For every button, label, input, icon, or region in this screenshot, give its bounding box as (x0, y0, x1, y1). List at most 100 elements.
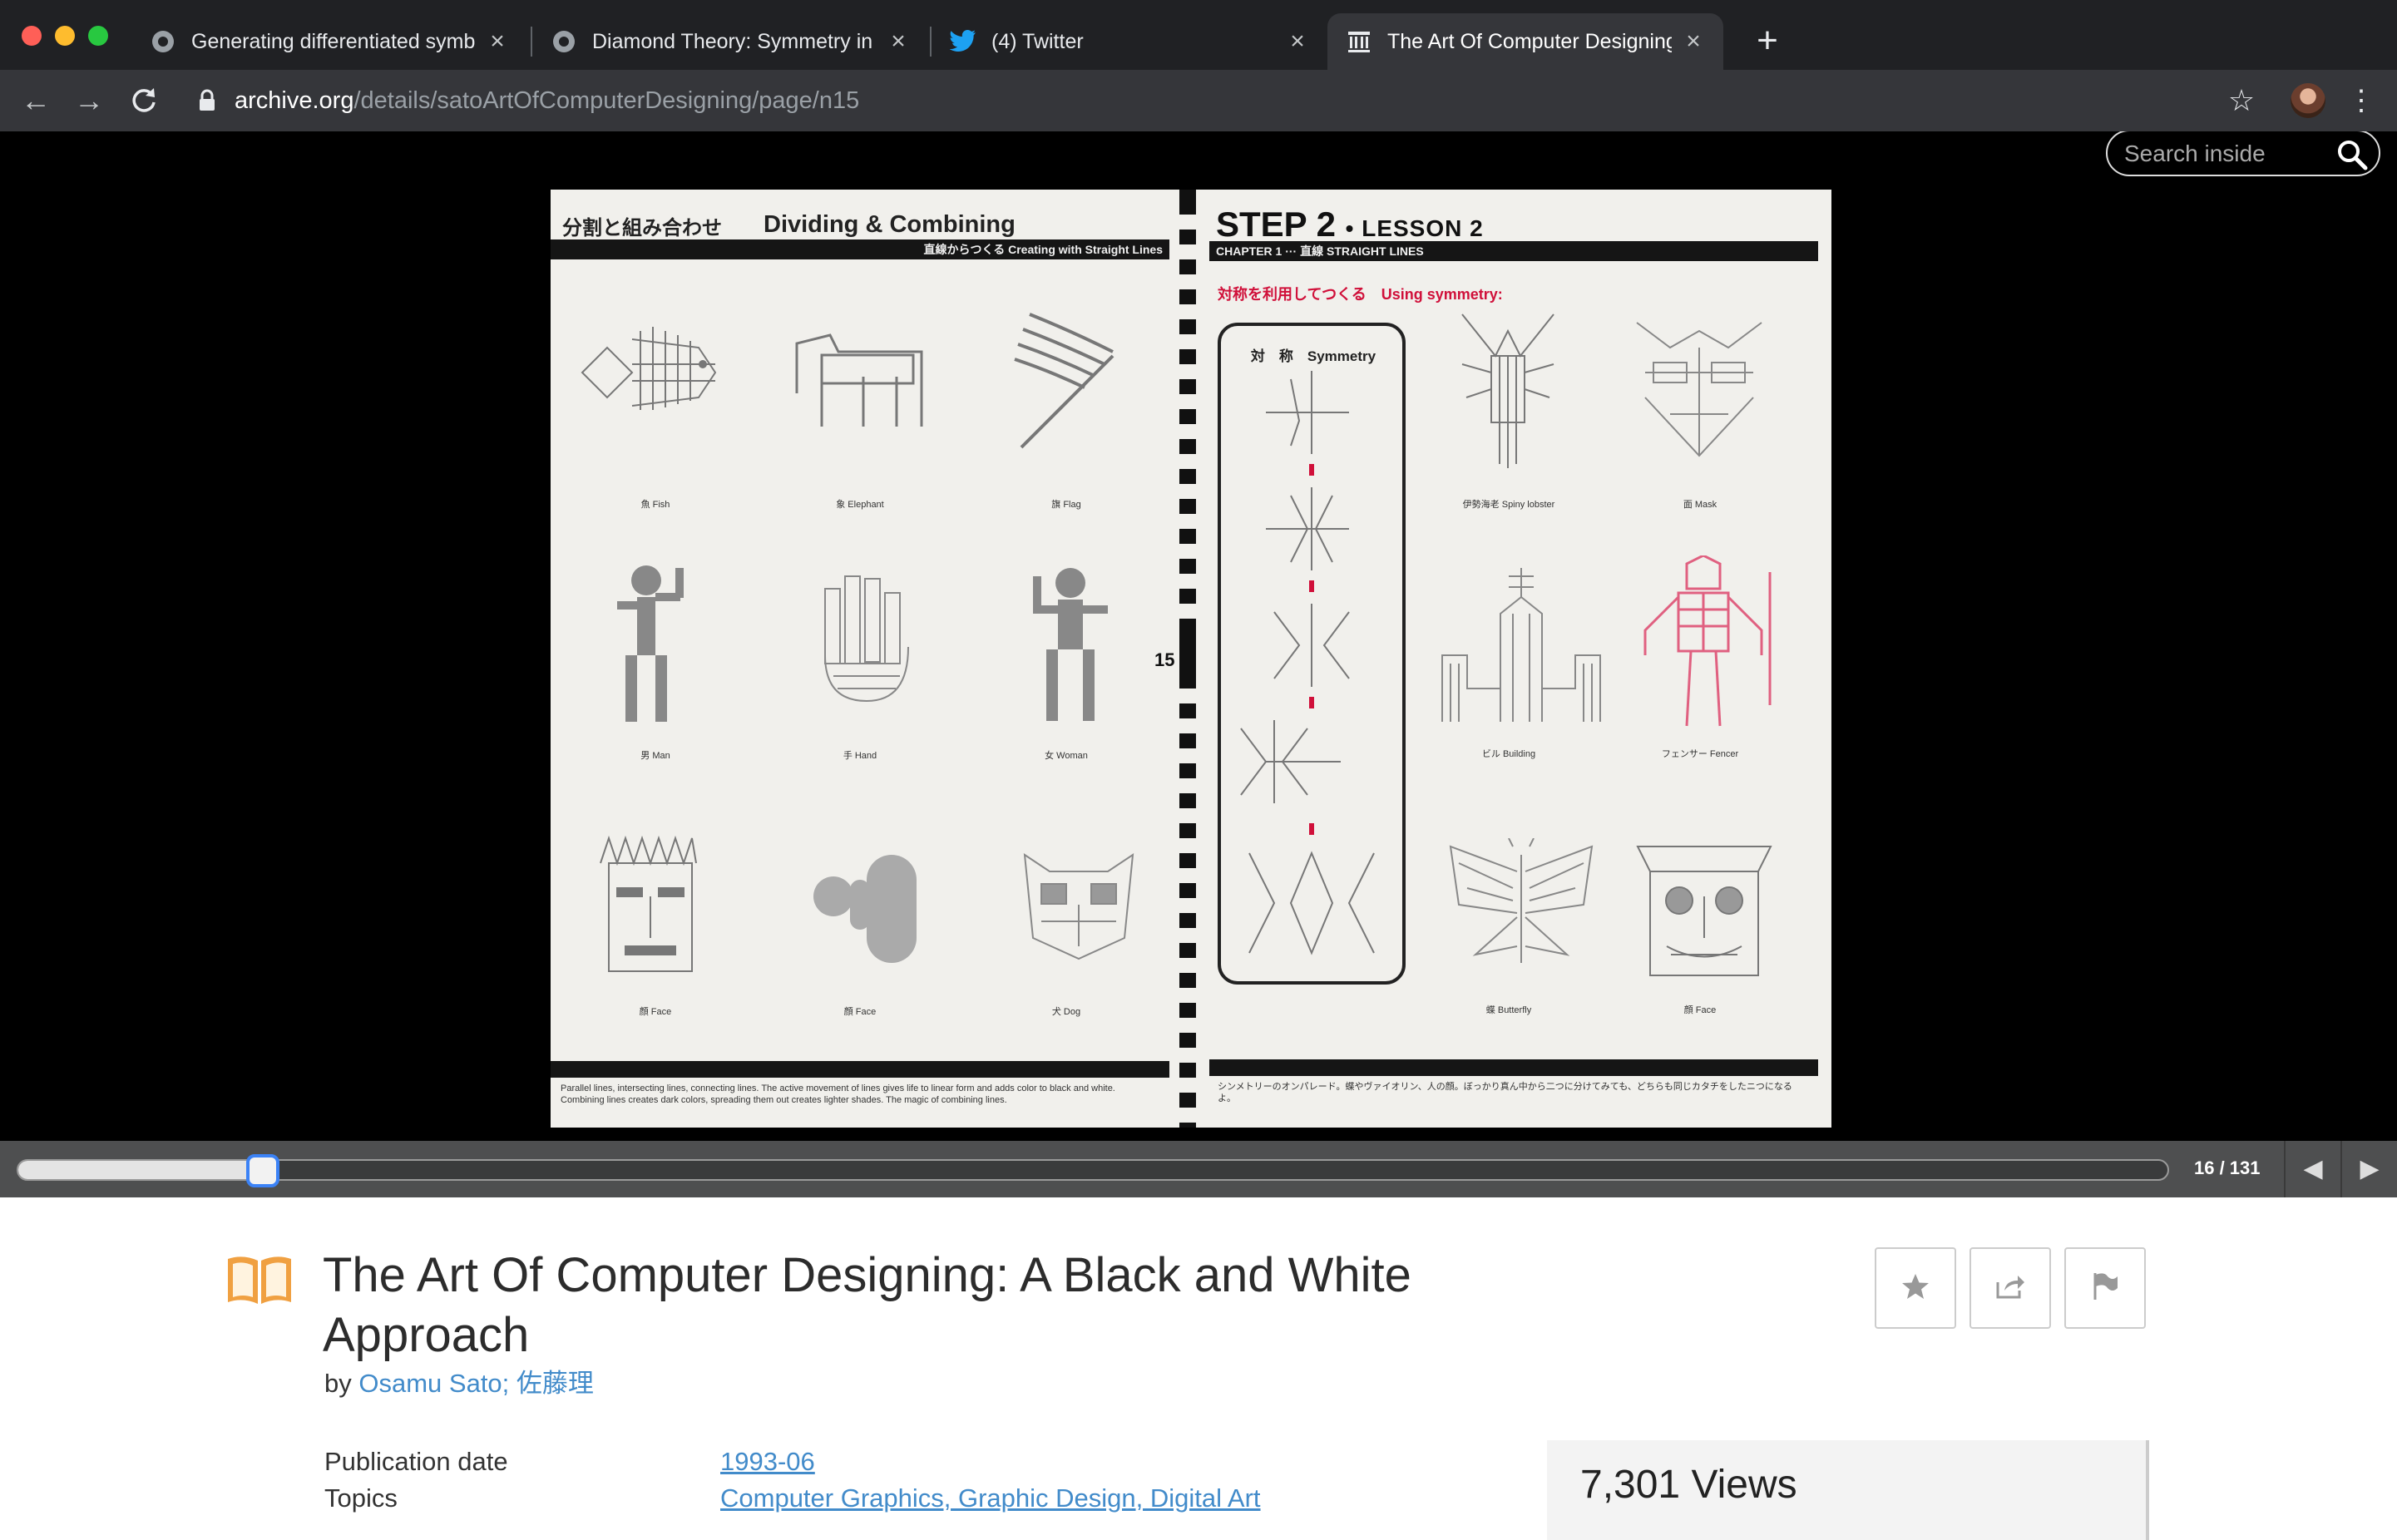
kebab-menu-icon[interactable]: ⋮ (2347, 80, 2375, 121)
back-arrow-icon[interactable]: ← (15, 80, 57, 121)
flag-button[interactable] (2064, 1247, 2146, 1329)
caption-woman: 女 Woman (1045, 751, 1088, 761)
left-page: 分割と組み合わせ Dividing & Combining 直線からつくる Cr… (551, 190, 1179, 1128)
flag-figure (1014, 313, 1114, 449)
url-host: archive.org (235, 87, 354, 114)
elephant-figure (795, 333, 923, 427)
github-icon (150, 28, 176, 55)
meta-label-topics: Topics (324, 1483, 398, 1513)
close-icon[interactable]: × (1286, 27, 1309, 56)
caption-mask: 面 Mask (1683, 500, 1717, 510)
lesson-label: • LESSON 2 (1345, 215, 1484, 241)
close-icon[interactable]: × (887, 27, 910, 56)
tab-title: The Art Of Computer Designing (1387, 29, 1672, 53)
views-count: 7,301 Views (1580, 1463, 1797, 1507)
left-subheading-bar: 直線からつくる Creating with Straight Lines (551, 239, 1169, 259)
page-slider-handle[interactable] (246, 1154, 280, 1187)
left-heading-en: Dividing & Combining (764, 211, 1016, 238)
dog-figure (1023, 852, 1134, 960)
search-inside-box[interactable] (2106, 131, 2380, 176)
close-icon[interactable]: × (1682, 27, 1705, 56)
tab-art-of-computer-designing[interactable]: The Art Of Computer Designing × (1327, 13, 1723, 70)
search-icon[interactable] (2335, 138, 2369, 175)
right-page: STEP 2 • LESSON 2 CHAPTER 1 ··· 直線 STRAI… (1196, 190, 1831, 1128)
symmetry-box-title: 対 称 Symmetry (1250, 348, 1376, 364)
window-zoom-button[interactable] (88, 26, 108, 46)
book-spread[interactable]: 分割と組み合わせ Dividing & Combining 直線からつくる Cr… (551, 190, 1831, 1128)
book-reader: 分割と組み合わせ Dividing & Combining 直線からつくる Cr… (0, 131, 2397, 1141)
lock-icon (198, 89, 216, 116)
caption-spiny-lobster: 伊勢海老 Spiny lobster (1462, 500, 1555, 510)
previous-page-button[interactable]: ◀ (2286, 1141, 2340, 1197)
tab-diamond-theory[interactable]: Diamond Theory: Symmetry in × (532, 13, 928, 70)
right-bottom-bar (1209, 1059, 1818, 1076)
author-link[interactable]: Osamu Sato; 佐藤理 (358, 1369, 594, 1398)
reader-navbar: 16 / 131 ◀ ▶ (0, 1141, 2397, 1197)
caption-fish: 魚 Fish (640, 500, 670, 510)
page-counter: 16 / 131 (2194, 1157, 2261, 1178)
tab-title: Diamond Theory: Symmetry in (592, 29, 873, 53)
chapter-bar: CHAPTER 1 ··· 直線 STRAIGHT LINES (1209, 241, 1818, 261)
profile-avatar[interactable] (2291, 83, 2325, 118)
forward-arrow-icon[interactable]: → (68, 80, 110, 121)
caption-elephant: 象 Elephant (836, 500, 884, 510)
search-inside-input[interactable] (2124, 140, 2324, 168)
left-heading-jp: 分割と組み合わせ (562, 217, 722, 239)
next-page-button[interactable]: ▶ (2342, 1141, 2397, 1197)
favorite-button[interactable] (1875, 1247, 1956, 1329)
views-card: 7,301 Views (1547, 1440, 2149, 1540)
meta-value-topics[interactable]: Computer Graphics, Graphic Design, Digit… (720, 1483, 1261, 1513)
woman-figure (1033, 568, 1108, 721)
new-tab-button[interactable]: + (1745, 18, 1790, 63)
url-text: archive.org/details/satoArtOfComputerDes… (235, 87, 859, 115)
face-profile-figure (813, 855, 917, 963)
browser-toolbar: ← → archive.org/details/satoArtOfCompute… (0, 70, 2397, 131)
fencer-figure (1643, 555, 1772, 727)
caption-dog: 犬 Dog (1051, 1007, 1081, 1017)
window-close-button[interactable] (22, 26, 42, 46)
item-details: The Art Of Computer Designing: A Black a… (0, 1197, 2397, 1540)
fish-figure (581, 327, 717, 410)
tab-strip: Generating differentiated symb × Diamond… (0, 0, 2397, 70)
window-minimize-button[interactable] (55, 26, 75, 46)
caption-building: ビル Building (1481, 749, 1536, 759)
man-figure (617, 565, 684, 722)
tab-generating-symbols[interactable]: Generating differentiated symb × (131, 13, 527, 70)
left-page-number: 15 (1154, 649, 1175, 670)
caption-fencer: フェンサー Fencer (1661, 749, 1739, 759)
caption-face-1: 顔 Face (639, 1007, 672, 1017)
share-icon (1994, 1272, 2026, 1305)
tab-title: Generating differentiated symb (191, 29, 476, 53)
right-bottom-text: シンメトリーのオンパレード。蝶やヴァイオリン、人の顔。ぼっかり真ん中から二つに分… (1218, 1082, 1792, 1103)
face-figure (600, 835, 697, 972)
github-icon (551, 28, 577, 55)
right-subheading: 対称を利用してつくる Using symmetry: (1218, 286, 1503, 303)
mask-figure (1636, 322, 1762, 457)
item-title: The Art Of Computer Designing: A Black a… (323, 1248, 1411, 1362)
tab-twitter[interactable]: (4) Twitter × (932, 13, 1327, 70)
page-slider-track[interactable] (17, 1159, 2169, 1181)
left-bottom-text: Parallel lines, intersecting lines, conn… (561, 1083, 1115, 1105)
bookmark-star-icon[interactable]: ☆ (2221, 80, 2262, 121)
star-icon (1900, 1271, 1930, 1306)
flag-icon (2091, 1271, 2119, 1306)
left-bottom-bar (551, 1061, 1169, 1078)
building-figure (1441, 568, 1601, 722)
address-bar[interactable]: archive.org/details/satoArtOfComputerDes… (180, 77, 2239, 125)
share-button[interactable] (1969, 1247, 2051, 1329)
byline: by Osamu Sato; 佐藤理 (324, 1362, 594, 1399)
caption-butterfly: 蝶 Butterfly (1485, 1005, 1532, 1015)
caption-man: 男 Man (640, 751, 670, 761)
page-slider-fill (18, 1161, 264, 1179)
tab-title: (4) Twitter (991, 29, 1084, 53)
butterfly-figure (1449, 838, 1594, 963)
meta-value-publication-date[interactable]: 1993-06 (720, 1447, 815, 1477)
reload-icon[interactable] (123, 80, 165, 121)
spiny-lobster-figure (1461, 313, 1554, 468)
book-spine (1179, 190, 1196, 1128)
caption-hand: 手 Hand (843, 751, 877, 761)
hand-figure (824, 575, 909, 703)
caption-face-3: 顔 Face (1683, 1005, 1717, 1015)
close-icon[interactable]: × (486, 27, 509, 56)
twitter-icon (950, 28, 976, 55)
